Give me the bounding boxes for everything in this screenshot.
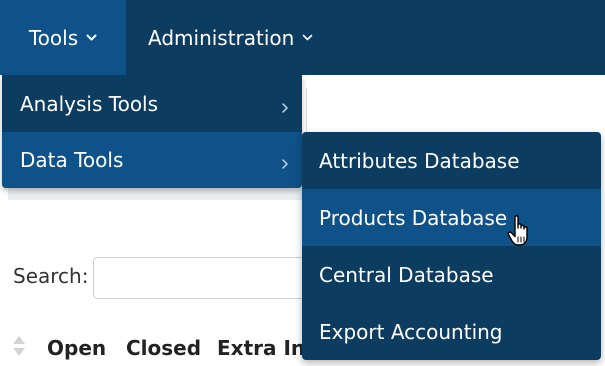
menu-item-data-tools[interactable]: Data Tools — [2, 132, 302, 188]
top-navbar: Tools Administration — [0, 0, 605, 75]
content-panel — [306, 88, 605, 132]
menu-item-export-accounting[interactable]: Export Accounting — [302, 303, 601, 360]
tools-dropdown-menu: Analysis Tools Data Tools — [2, 75, 302, 188]
menu-item-label: Central Database — [319, 262, 494, 287]
sort-icon[interactable] — [12, 335, 26, 361]
menu-item-label: Data Tools — [20, 148, 124, 172]
menu-item-label: Analysis Tools — [20, 92, 159, 116]
nav-tools-label: Tools — [28, 25, 79, 50]
menu-item-central-database[interactable]: Central Database — [302, 246, 601, 303]
search-input[interactable] — [93, 257, 313, 299]
data-tools-submenu: Attributes Database Products Database Ce… — [302, 132, 601, 360]
table-header-extra-info[interactable]: Extra Inf — [217, 336, 314, 360]
menu-item-products-database[interactable]: Products Database — [302, 189, 601, 246]
chevron-down-icon — [86, 32, 97, 43]
nav-administration-label: Administration — [148, 25, 295, 50]
nav-tools-menu[interactable]: Tools — [0, 0, 126, 75]
content-divider — [8, 188, 304, 200]
menu-item-analysis-tools[interactable]: Analysis Tools — [2, 76, 302, 132]
table-header-closed[interactable]: Closed — [126, 336, 201, 360]
search-label: Search: — [13, 264, 89, 288]
menu-item-attributes-database[interactable]: Attributes Database — [302, 132, 601, 189]
nav-administration-menu[interactable]: Administration — [148, 0, 313, 75]
menu-item-label: Attributes Database — [319, 148, 520, 173]
chevron-right-icon — [280, 96, 290, 113]
chevron-down-icon — [302, 32, 313, 43]
menu-item-label: Products Database — [319, 205, 508, 230]
hand-pointer-icon — [506, 214, 534, 248]
table-header-open[interactable]: Open — [47, 336, 106, 360]
chevron-right-icon — [280, 152, 290, 169]
menu-item-label: Export Accounting — [319, 319, 503, 344]
